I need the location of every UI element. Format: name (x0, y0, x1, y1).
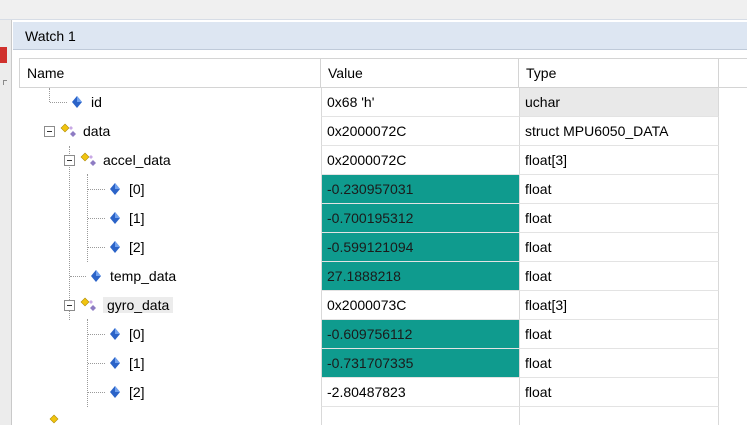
value-cell[interactable]: -0.731707335 (321, 349, 519, 378)
variable-name: [1] (129, 355, 145, 371)
variable-name: [1] (129, 210, 145, 226)
variable-icon (110, 328, 120, 340)
type-cell: float (519, 320, 719, 349)
variable-icon (110, 212, 120, 224)
struct-icon (60, 123, 76, 137)
gutter-tick (3, 80, 7, 85)
name-cell[interactable]: temp_data (19, 262, 321, 291)
watch-panel-header[interactable]: Watch 1 (13, 22, 747, 50)
column-header-type[interactable]: Type (519, 58, 719, 88)
variable-name: data (83, 123, 111, 139)
struct-icon (80, 152, 96, 166)
watch-row[interactable]: [1] -0.700195312 float (13, 204, 747, 233)
value-cell[interactable]: 0x2000073C (321, 291, 519, 320)
type-cell: float (519, 378, 719, 407)
column-header-filler (719, 58, 747, 88)
name-cell[interactable]: [0] (19, 175, 321, 204)
value-cell[interactable]: -2.80487823 (321, 378, 519, 407)
variable-icon (110, 241, 120, 253)
variable-name: id (91, 94, 102, 110)
type-cell: float (519, 233, 719, 262)
top-toolbar-strip (0, 0, 747, 20)
name-cell[interactable]: [0] (19, 320, 321, 349)
column-header-value[interactable]: Value (321, 58, 519, 88)
watch-row[interactable]: [2] -0.599121094 float (13, 233, 747, 262)
name-cell[interactable]: gyro_data (19, 291, 321, 320)
variable-name: gyro_data (103, 297, 174, 313)
struct-icon (80, 297, 96, 311)
type-cell: float (519, 349, 719, 378)
left-gutter (0, 20, 12, 425)
gutter-marker (0, 47, 7, 63)
value-cell[interactable]: -0.230957031 (321, 175, 519, 204)
type-cell (519, 407, 719, 425)
collapse-icon[interactable] (64, 300, 75, 311)
name-cell[interactable]: [2] (19, 233, 321, 262)
watch-grid[interactable]: Name Value Type id 0x68 'h' uchar data 0… (13, 50, 747, 425)
watch-row[interactable]: [2] -2.80487823 float (13, 378, 747, 407)
type-cell: float (519, 204, 719, 233)
value-cell[interactable]: 0x2000072C (321, 117, 519, 146)
watch-row[interactable]: temp_data 27.1888218 float (13, 262, 747, 291)
type-cell: uchar (519, 88, 719, 117)
watch-row[interactable]: accel_data 0x2000072C float[3] (13, 146, 747, 175)
type-cell: float[3] (519, 146, 719, 175)
name-cell[interactable]: [1] (19, 349, 321, 378)
variable-icon (72, 96, 82, 108)
watch-row[interactable]: [0] -0.230957031 float (13, 175, 747, 204)
variable-name: [2] (129, 239, 145, 255)
value-cell[interactable]: -0.700195312 (321, 204, 519, 233)
watch-row[interactable]: [0] -0.609756112 float (13, 320, 747, 349)
type-cell: float[3] (519, 291, 719, 320)
watch-row[interactable]: [1] -0.731707335 float (13, 349, 747, 378)
name-cell[interactable]: [1] (19, 204, 321, 233)
variable-name: [2] (129, 384, 145, 400)
type-cell: float (519, 262, 719, 291)
value-cell[interactable]: -0.599121094 (321, 233, 519, 262)
type-cell: float (519, 175, 719, 204)
name-cell[interactable]: data (19, 117, 321, 146)
variable-icon (110, 357, 120, 369)
variable-name: [0] (129, 181, 145, 197)
variable-icon (91, 270, 101, 282)
struct-icon (49, 414, 59, 424)
name-cell[interactable]: id (19, 88, 321, 117)
variable-name: accel_data (103, 152, 171, 168)
watch-row[interactable]: id 0x68 'h' uchar (13, 88, 747, 117)
variable-icon (110, 386, 120, 398)
watch-row[interactable]: gyro_data 0x2000073C float[3] (13, 291, 747, 320)
collapse-icon[interactable] (44, 126, 55, 137)
watch-row-partial[interactable] (13, 407, 747, 425)
value-cell[interactable]: 0x68 'h' (321, 88, 519, 117)
watch-row[interactable]: data 0x2000072C struct MPU6050_DATA (13, 117, 747, 146)
value-cell[interactable] (321, 407, 519, 425)
name-cell[interactable]: accel_data (19, 146, 321, 175)
name-cell[interactable]: [2] (19, 378, 321, 407)
variable-name: [0] (129, 326, 145, 342)
collapse-icon[interactable] (64, 155, 75, 166)
column-header-name[interactable]: Name (19, 58, 321, 88)
variable-name: temp_data (110, 268, 177, 284)
variable-icon (110, 183, 120, 195)
panel-title: Watch 1 (25, 28, 76, 44)
value-cell[interactable]: 0x2000072C (321, 146, 519, 175)
type-cell: struct MPU6050_DATA (519, 117, 719, 146)
value-cell[interactable]: -0.609756112 (321, 320, 519, 349)
value-cell[interactable]: 27.1888218 (321, 262, 519, 291)
